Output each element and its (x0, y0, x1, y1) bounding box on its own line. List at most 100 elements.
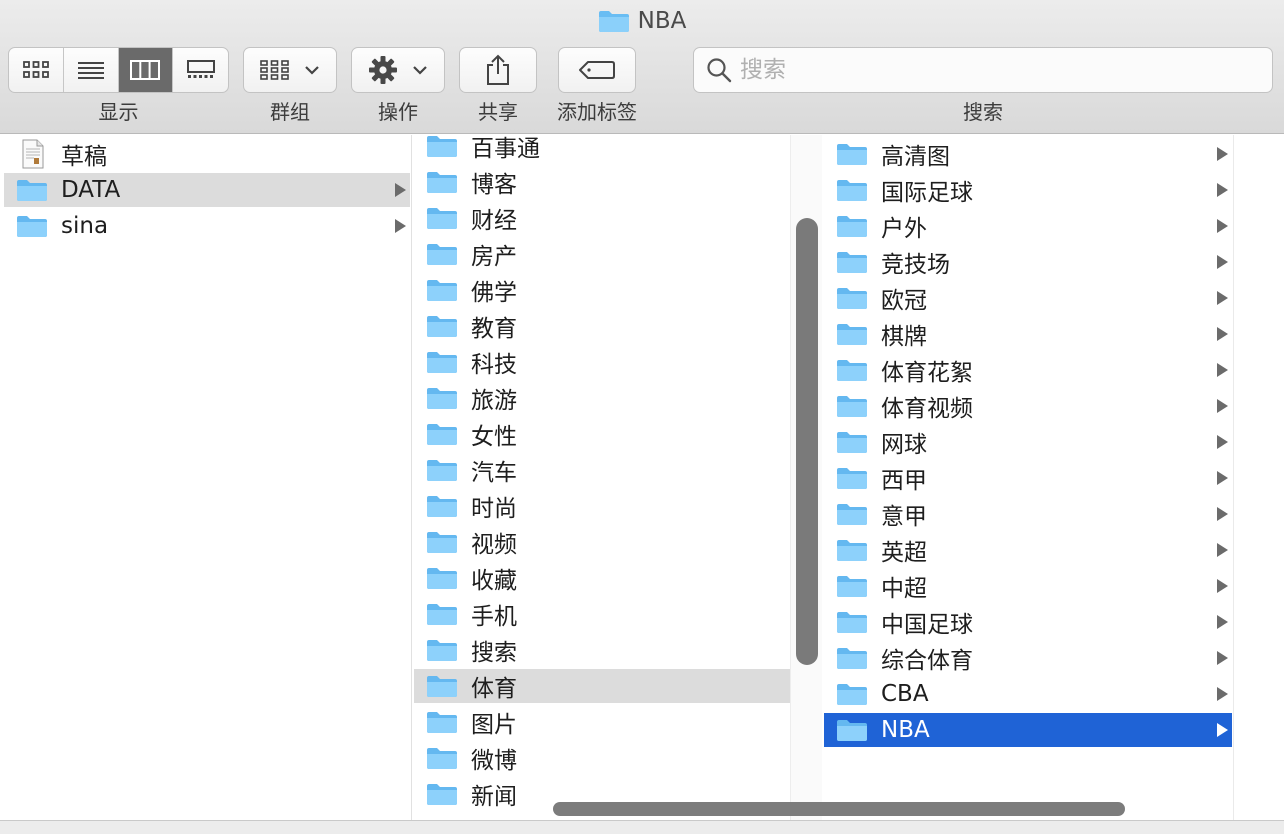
gallery-view-button[interactable] (173, 48, 228, 92)
list-item[interactable]: 棋牌 (824, 317, 1232, 351)
list-item[interactable]: 搜索 (414, 633, 818, 667)
disclosure-arrow-icon (1217, 327, 1228, 341)
gear-icon (369, 56, 397, 84)
folder-icon (837, 144, 867, 165)
list-item-label: 百事通 (471, 136, 540, 162)
list-item[interactable]: 手机 (414, 597, 818, 631)
list-item-label: 视频 (471, 532, 517, 558)
list-item[interactable]: DATA (4, 173, 410, 207)
list-item-label: 中国足球 (881, 612, 973, 638)
column-4-empty (1233, 135, 1284, 820)
list-item-label: NBA (881, 717, 930, 743)
list-item[interactable]: 欧冠 (824, 281, 1232, 315)
list-item[interactable]: CBA (824, 677, 1232, 711)
list-item-label: 体育 (471, 676, 517, 702)
folder-icon (427, 748, 457, 769)
list-item[interactable]: 教育 (414, 309, 818, 343)
disclosure-arrow-icon (1217, 615, 1228, 629)
list-item[interactable]: 时尚 (414, 489, 818, 523)
list-item[interactable]: 旅游 (414, 381, 818, 415)
folder-icon (427, 352, 457, 373)
list-item[interactable]: 英超 (824, 533, 1232, 567)
list-item[interactable]: 体育花絮 (824, 353, 1232, 387)
document-icon (22, 139, 44, 169)
list-item[interactable]: 国际足球 (824, 173, 1232, 207)
list-item[interactable]: NBA (824, 713, 1232, 747)
group-grid-icon (260, 60, 289, 80)
list-item[interactable]: 房产 (414, 237, 818, 271)
folder-icon (837, 612, 867, 633)
list-item[interactable]: 视频 (414, 525, 818, 559)
disclosure-arrow-icon (1217, 219, 1228, 233)
folder-icon (17, 180, 47, 201)
list-item[interactable]: 西甲 (824, 461, 1232, 495)
group-button[interactable] (243, 47, 337, 93)
list-item-label: 欧冠 (881, 288, 927, 314)
folder-icon (427, 532, 457, 553)
list-item-label: 综合体育 (881, 648, 973, 674)
list-item-label: 意甲 (881, 504, 927, 530)
add-tag-button[interactable] (558, 47, 636, 93)
list-item-label: 教育 (471, 316, 517, 342)
folder-icon (837, 180, 867, 201)
list-item-label: 搜索 (471, 640, 517, 666)
list-item-label: 竞技场 (881, 252, 950, 278)
folder-icon (427, 424, 457, 445)
list-item-label: 网球 (881, 432, 927, 458)
list-item[interactable]: 中超 (824, 569, 1232, 603)
folder-icon (837, 540, 867, 561)
list-item-label: 草稿 (61, 144, 107, 170)
status-bar (0, 820, 1284, 834)
list-item-label: 房产 (471, 244, 517, 270)
window-title: NBA (0, 6, 1284, 36)
column-view-button[interactable] (118, 48, 174, 92)
list-item[interactable]: 草稿 (4, 137, 410, 171)
column-2-scrollbar-thumb[interactable] (796, 218, 818, 665)
list-item[interactable]: 竞技场 (824, 245, 1232, 279)
list-item[interactable]: 百事通 (414, 135, 818, 163)
list-item[interactable]: 财经 (414, 201, 818, 235)
folder-icon (427, 784, 457, 805)
list-item[interactable]: 网球 (824, 425, 1232, 459)
horizontal-scrollbar-thumb[interactable] (553, 802, 1125, 816)
list-item[interactable]: 意甲 (824, 497, 1232, 531)
list-item-label: 科技 (471, 352, 517, 378)
folder-icon (427, 244, 457, 265)
folder-icon (837, 324, 867, 345)
list-item[interactable]: 收藏 (414, 561, 818, 595)
disclosure-arrow-icon (1217, 399, 1228, 413)
disclosure-arrow-icon (1217, 435, 1228, 449)
list-item[interactable]: 汽车 (414, 453, 818, 487)
disclosure-arrow-icon (1217, 651, 1228, 665)
list-item[interactable]: 高清图 (824, 137, 1232, 171)
list-item[interactable]: 户外 (824, 209, 1232, 243)
list-item[interactable]: 科技 (414, 345, 818, 379)
list-view-button[interactable] (64, 48, 119, 92)
list-item[interactable]: 博客 (414, 165, 818, 199)
list-item[interactable]: 体育 (414, 669, 818, 703)
folder-icon (427, 460, 457, 481)
list-item[interactable]: 佛学 (414, 273, 818, 307)
disclosure-arrow-icon (1217, 723, 1228, 737)
list-item-label: 时尚 (471, 496, 517, 522)
folder-icon (427, 640, 457, 661)
list-item-label: 户外 (881, 216, 927, 242)
list-item[interactable]: sina (4, 209, 410, 243)
share-button[interactable] (459, 47, 537, 93)
folder-icon (427, 280, 457, 301)
icon-view-button[interactable] (9, 48, 64, 92)
folder-icon (837, 216, 867, 237)
list-item[interactable]: 中国足球 (824, 605, 1232, 639)
search-input[interactable] (740, 57, 1260, 83)
list-item[interactable]: 女性 (414, 417, 818, 451)
list-item[interactable]: 体育视频 (824, 389, 1232, 423)
list-item-label: 新闻 (471, 784, 517, 810)
list-item[interactable]: 图片 (414, 705, 818, 739)
folder-icon (427, 676, 457, 697)
list-item[interactable]: 微博 (414, 741, 818, 775)
list-item-label: 体育视频 (881, 396, 973, 422)
action-button[interactable] (351, 47, 445, 93)
list-item[interactable]: 综合体育 (824, 641, 1232, 675)
gallery-icon (186, 60, 215, 78)
search-field[interactable] (693, 47, 1273, 93)
